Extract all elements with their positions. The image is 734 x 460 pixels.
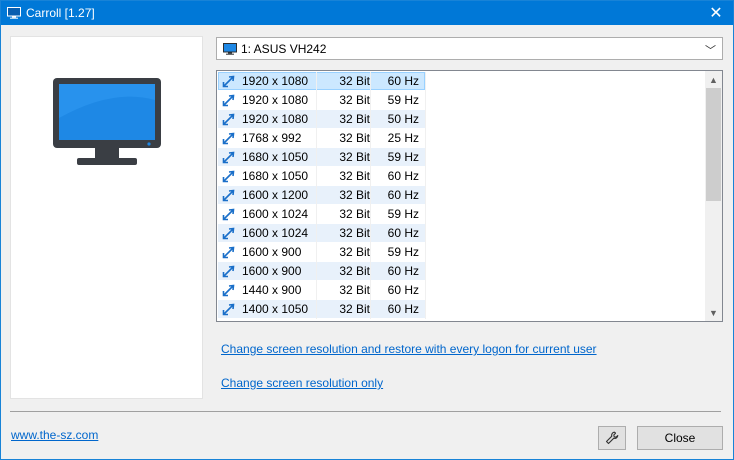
refresh-rate-cell: 60 Hz: [387, 226, 419, 240]
column-separator: [425, 262, 426, 281]
monitor-icon: [53, 78, 161, 165]
monitor-icon: [7, 7, 21, 19]
refresh-rate-cell: 60 Hz: [387, 169, 419, 183]
column-separator: [425, 300, 426, 319]
window-title: Carroll [1.27]: [26, 6, 95, 20]
wrench-icon: [605, 431, 619, 445]
resize-arrow-icon: [222, 94, 235, 107]
resolution-row[interactable]: 1680 x 1050 32 Bit 60 Hz: [218, 167, 704, 186]
refresh-rate-cell: 60 Hz: [387, 302, 419, 316]
resize-arrow-icon: [222, 151, 235, 164]
resize-arrow-icon: [222, 170, 235, 183]
vertical-scrollbar[interactable]: ▲ ▼: [705, 71, 722, 321]
refresh-rate-cell: 60 Hz: [387, 264, 419, 278]
resize-arrow-icon: [222, 227, 235, 240]
color-depth-cell: 32 Bit: [339, 74, 370, 88]
resolution-row[interactable]: 1920 x 1080 32 Bit 59 Hz: [218, 91, 704, 110]
title-bar: Carroll [1.27] ✕: [1, 1, 733, 25]
column-separator: [425, 167, 426, 186]
column-separator: [425, 110, 426, 129]
color-depth-cell: 32 Bit: [339, 264, 370, 278]
column-separator: [425, 148, 426, 167]
scroll-up-icon[interactable]: ▲: [705, 71, 722, 88]
refresh-rate-cell: 59 Hz: [387, 245, 419, 259]
refresh-rate-cell: 60 Hz: [387, 188, 419, 202]
monitor-icon: [223, 43, 237, 55]
resolution-list[interactable]: 1920 x 1080 32 Bit 60 Hz 1920 x 1080 32 Bit 5…: [216, 70, 723, 322]
refresh-rate-cell: 50 Hz: [387, 112, 419, 126]
change-and-restore-link[interactable]: Change screen resolution and restore wit…: [221, 342, 597, 356]
color-depth-cell: 32 Bit: [339, 169, 370, 183]
resolution-row[interactable]: 1920 x 1080 32 Bit 60 Hz: [218, 72, 704, 91]
column-separator: [425, 91, 426, 110]
resize-arrow-icon: [222, 303, 235, 316]
resolution-row[interactable]: 1600 x 900 32 Bit 60 Hz: [218, 262, 704, 281]
monitor-preview-panel: [10, 36, 203, 399]
color-depth-cell: 32 Bit: [339, 131, 370, 145]
resolution-row[interactable]: 1400 x 1050 32 Bit 60 Hz: [218, 300, 704, 319]
scrollbar-thumb[interactable]: [706, 88, 721, 201]
resolution-row[interactable]: 1600 x 900 32 Bit 59 Hz: [218, 243, 704, 262]
color-depth-cell: 32 Bit: [339, 302, 370, 316]
color-depth-cell: 32 Bit: [339, 93, 370, 107]
column-separator: [425, 129, 426, 148]
refresh-rate-cell: 59 Hz: [387, 150, 419, 164]
refresh-rate-cell: 60 Hz: [387, 283, 419, 297]
close-button[interactable]: Close: [637, 426, 723, 450]
footer-divider: [10, 411, 721, 412]
resize-arrow-icon: [222, 113, 235, 126]
color-depth-cell: 32 Bit: [339, 112, 370, 126]
resize-arrow-icon: [222, 75, 235, 88]
resize-arrow-icon: [222, 189, 235, 202]
resolution-row[interactable]: 1768 x 992 32 Bit 25 Hz: [218, 129, 704, 148]
color-depth-cell: 32 Bit: [339, 245, 370, 259]
color-depth-cell: 32 Bit: [339, 188, 370, 202]
resolution-row[interactable]: 1440 x 900 32 Bit 60 Hz: [218, 281, 704, 300]
resolution-row[interactable]: 1680 x 1050 32 Bit 59 Hz: [218, 148, 704, 167]
refresh-rate-cell: 60 Hz: [387, 74, 419, 88]
column-separator: [425, 281, 426, 300]
resolution-row[interactable]: 1920 x 1080 32 Bit 50 Hz: [218, 110, 704, 129]
column-separator: [425, 224, 426, 243]
refresh-rate-cell: 59 Hz: [387, 207, 419, 221]
color-depth-cell: 32 Bit: [339, 150, 370, 164]
resolution-rows: 1920 x 1080 32 Bit 60 Hz 1920 x 1080 32 Bit 5…: [218, 72, 704, 319]
chevron-down-icon: ﹀: [705, 45, 716, 57]
column-separator: [425, 186, 426, 205]
column-separator: [425, 243, 426, 262]
close-icon[interactable]: ✕: [699, 1, 733, 25]
column-separator: [425, 205, 426, 224]
resize-arrow-icon: [222, 265, 235, 278]
resize-arrow-icon: [222, 284, 235, 297]
column-separator: [425, 72, 426, 91]
change-only-link[interactable]: Change screen resolution only: [221, 376, 383, 390]
monitor-dropdown-value: 1: ASUS VH242: [241, 42, 327, 56]
monitor-dropdown[interactable]: 1: ASUS VH242 ﹀: [216, 37, 723, 60]
color-depth-cell: 32 Bit: [339, 207, 370, 221]
resolution-row[interactable]: 1600 x 1024 32 Bit 59 Hz: [218, 205, 704, 224]
color-depth-cell: 32 Bit: [339, 283, 370, 297]
resize-arrow-icon: [222, 246, 235, 259]
refresh-rate-cell: 25 Hz: [387, 131, 419, 145]
settings-button[interactable]: [598, 426, 626, 450]
refresh-rate-cell: 59 Hz: [387, 93, 419, 107]
resize-arrow-icon: [222, 132, 235, 145]
website-link[interactable]: www.the-sz.com: [11, 428, 98, 442]
resolution-row[interactable]: 1600 x 1024 32 Bit 60 Hz: [218, 224, 704, 243]
resize-arrow-icon: [222, 208, 235, 221]
resolution-row[interactable]: 1600 x 1200 32 Bit 60 Hz: [218, 186, 704, 205]
scroll-down-icon[interactable]: ▼: [705, 304, 722, 321]
color-depth-cell: 32 Bit: [339, 226, 370, 240]
app-window: Carroll [1.27] ✕ 1: ASUS VH242 ﹀ 1920 x …: [0, 0, 734, 460]
